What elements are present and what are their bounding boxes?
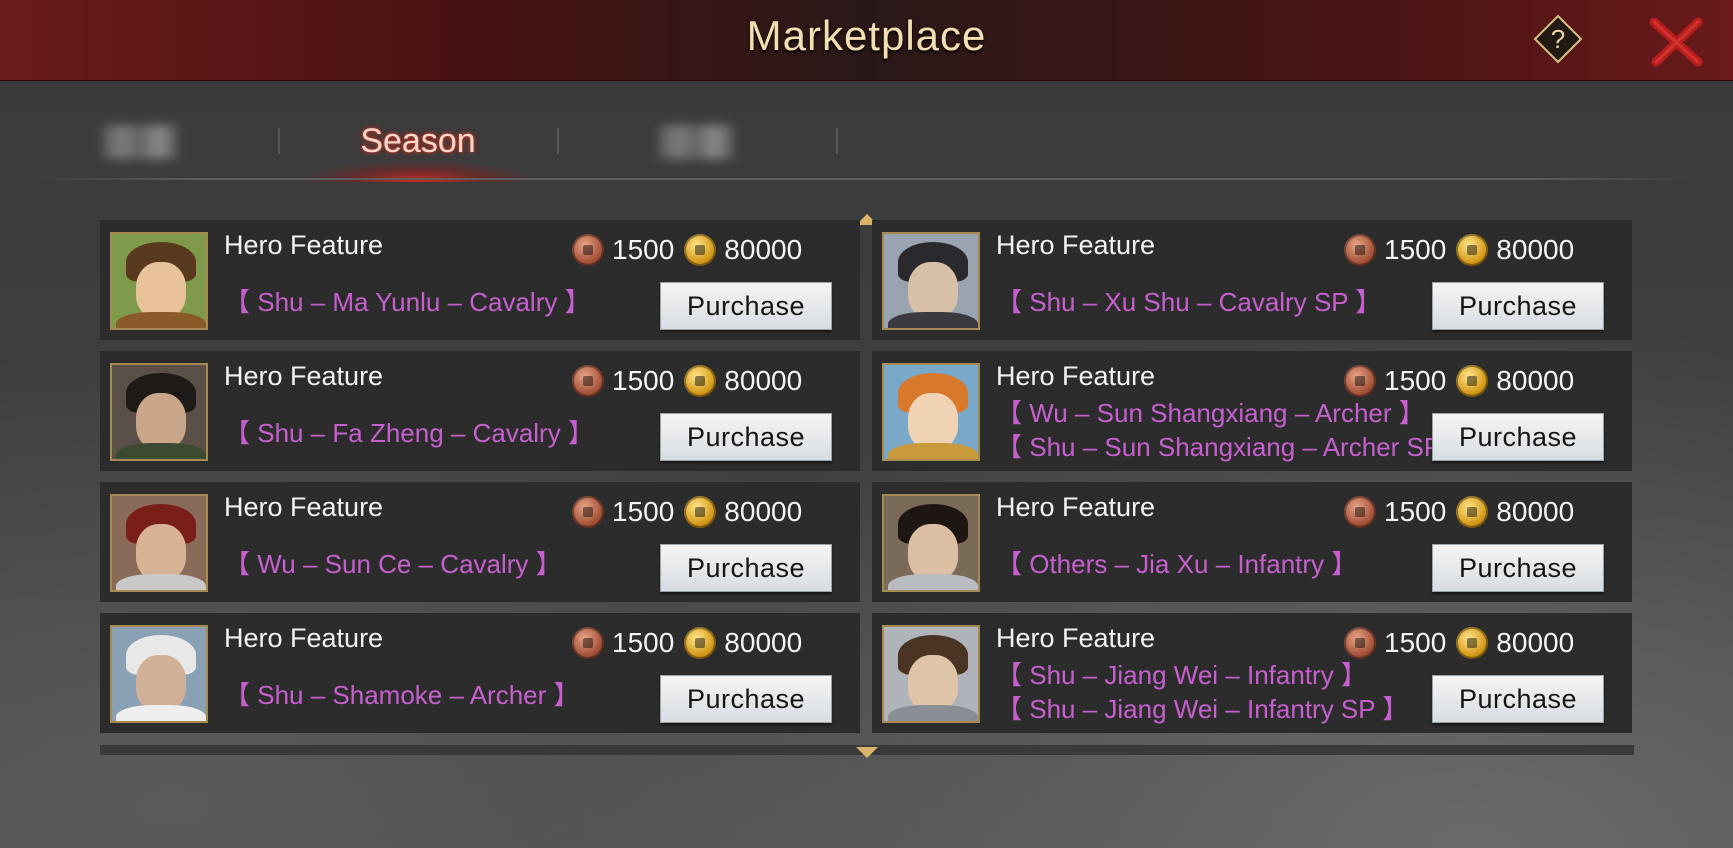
bronze-cost: 1500 bbox=[612, 627, 675, 658]
hero-portrait bbox=[110, 363, 208, 461]
offer-cost: 1500 80000 bbox=[572, 232, 802, 268]
offer-title: Hero Feature bbox=[996, 230, 1156, 260]
svg-text:?: ? bbox=[1551, 24, 1565, 54]
purchase-button[interactable]: Purchase bbox=[1432, 413, 1604, 461]
purchase-button[interactable]: Purchase bbox=[660, 675, 832, 723]
offer-title: Hero Feature bbox=[224, 361, 384, 391]
gold-coin-icon bbox=[1456, 365, 1489, 397]
purchase-button[interactable]: Purchase bbox=[1432, 282, 1604, 330]
purchase-button[interactable]: Purchase bbox=[1432, 675, 1604, 723]
hero-portrait bbox=[110, 232, 208, 330]
bronze-cost: 1500 bbox=[1384, 627, 1447, 658]
scroll-down-arrow-icon[interactable] bbox=[856, 747, 878, 758]
offer-cost: 1500 80000 bbox=[572, 625, 802, 661]
bronze-cost: 1500 bbox=[612, 234, 675, 265]
offer-cost: 1500 80000 bbox=[1344, 232, 1574, 268]
hero-name: 【 Shu – Sun Shangxiang – Archer SP 】 bbox=[996, 432, 1474, 462]
bronze-coin-icon bbox=[572, 627, 604, 659]
tab-bar bbox=[0, 82, 1733, 182]
hero-name: 【 Shu – Jiang Wei – Infantry SP 】 bbox=[996, 694, 1409, 724]
close-icon bbox=[1649, 17, 1703, 67]
help-icon: ? bbox=[1533, 14, 1583, 64]
bronze-coin-icon bbox=[1344, 496, 1376, 528]
window-title: Marketplace bbox=[746, 12, 987, 59]
hero-portrait bbox=[110, 625, 208, 723]
tab-hidden-2[interactable] bbox=[658, 125, 734, 159]
purchase-button[interactable]: Purchase bbox=[660, 282, 832, 330]
gold-cost: 80000 bbox=[724, 496, 803, 527]
gold-coin-icon bbox=[1456, 234, 1489, 266]
offer-card: Hero Feature 1500 80000 【 Shu – Xu Shu –… bbox=[872, 220, 1632, 340]
offer-title: Hero Feature bbox=[996, 361, 1156, 391]
hero-portrait bbox=[882, 625, 980, 723]
hero-name: 【 Shu – Xu Shu – Cavalry SP 】 bbox=[996, 287, 1382, 317]
purchase-button[interactable]: Purchase bbox=[660, 544, 832, 592]
hero-name: 【 Shu – Jiang Wei – Infantry 】 bbox=[996, 660, 1367, 690]
tab-season-label: Season bbox=[360, 122, 476, 160]
offer-title: Hero Feature bbox=[224, 230, 384, 260]
offer-title: Hero Feature bbox=[996, 492, 1156, 522]
purchase-button[interactable]: Purchase bbox=[660, 413, 832, 461]
offer-cost: 1500 80000 bbox=[572, 363, 802, 399]
purchase-button[interactable]: Purchase bbox=[1432, 544, 1604, 592]
gold-cost: 80000 bbox=[1496, 234, 1575, 265]
gold-cost: 80000 bbox=[724, 234, 803, 265]
tab-divider bbox=[278, 128, 280, 154]
tab-divider bbox=[836, 128, 838, 154]
offer-card: Hero Feature 1500 80000 【 Wu – Sun Ce – … bbox=[100, 482, 860, 602]
bronze-coin-icon bbox=[572, 365, 604, 397]
hero-name: 【 Shu – Shamoke – Archer 】 bbox=[224, 680, 580, 710]
bronze-coin-icon bbox=[572, 234, 604, 266]
gold-cost: 80000 bbox=[1496, 627, 1575, 658]
offer-card: Hero Feature 1500 80000 【 Shu – Shamoke … bbox=[100, 613, 860, 733]
bronze-coin-icon bbox=[1344, 234, 1376, 266]
offer-cost: 1500 80000 bbox=[1344, 494, 1574, 530]
gold-cost: 80000 bbox=[1496, 496, 1575, 527]
offer-card: Hero Feature 1500 80000 【 Shu – Jiang We… bbox=[872, 613, 1632, 733]
hero-portrait bbox=[882, 232, 980, 330]
tab-season[interactable]: Season bbox=[290, 122, 546, 182]
gold-cost: 80000 bbox=[1496, 365, 1575, 396]
bronze-cost: 1500 bbox=[612, 365, 675, 396]
bronze-cost: 1500 bbox=[612, 496, 675, 527]
offer-card: Hero Feature 1500 80000 【 Shu – Ma Yunlu… bbox=[100, 220, 860, 340]
hero-portrait bbox=[110, 494, 208, 592]
offer-title: Hero Feature bbox=[224, 623, 384, 653]
offer-card: Hero Feature 1500 80000 【 Shu – Fa Zheng… bbox=[100, 351, 860, 471]
gold-cost: 80000 bbox=[724, 365, 803, 396]
offer-list[interactable]: Hero Feature 1500 80000 【 Shu – Ma Yunlu… bbox=[100, 220, 1634, 755]
hero-name: 【 Wu – Sun Shangxiang – Archer 】 bbox=[996, 398, 1425, 428]
bronze-cost: 1500 bbox=[1384, 234, 1447, 265]
bronze-cost: 1500 bbox=[1384, 496, 1447, 527]
offer-cost: 1500 80000 bbox=[1344, 625, 1574, 661]
offer-title: Hero Feature bbox=[224, 492, 384, 522]
gold-coin-icon bbox=[684, 365, 717, 397]
hero-portrait bbox=[882, 494, 980, 592]
hero-portrait bbox=[882, 363, 980, 461]
offer-card: Hero Feature 1500 80000 【 Wu – Sun Shang… bbox=[872, 351, 1632, 471]
gold-coin-icon bbox=[684, 496, 717, 528]
hero-name: 【 Shu – Fa Zheng – Cavalry 】 bbox=[224, 418, 594, 448]
gold-cost: 80000 bbox=[724, 627, 803, 658]
hero-name: 【 Others – Jia Xu – Infantry 】 bbox=[996, 549, 1358, 579]
hero-name: 【 Wu – Sun Ce – Cavalry 】 bbox=[224, 549, 562, 579]
hero-name: 【 Shu – Ma Yunlu – Cavalry 】 bbox=[224, 287, 591, 317]
gold-coin-icon bbox=[1456, 496, 1489, 528]
close-button[interactable] bbox=[1648, 16, 1704, 68]
offer-cost: 1500 80000 bbox=[572, 494, 802, 530]
offer-title: Hero Feature bbox=[996, 623, 1156, 653]
tab-hidden-1[interactable] bbox=[102, 125, 178, 159]
gold-coin-icon bbox=[684, 234, 717, 266]
gold-coin-icon bbox=[1456, 627, 1489, 659]
tab-underline bbox=[30, 178, 1700, 180]
bronze-coin-icon bbox=[572, 496, 604, 528]
tab-divider bbox=[557, 128, 559, 154]
help-button[interactable]: ? bbox=[1533, 14, 1583, 64]
gold-coin-icon bbox=[684, 627, 717, 659]
offer-card: Hero Feature 1500 80000 【 Others – Jia X… bbox=[872, 482, 1632, 602]
